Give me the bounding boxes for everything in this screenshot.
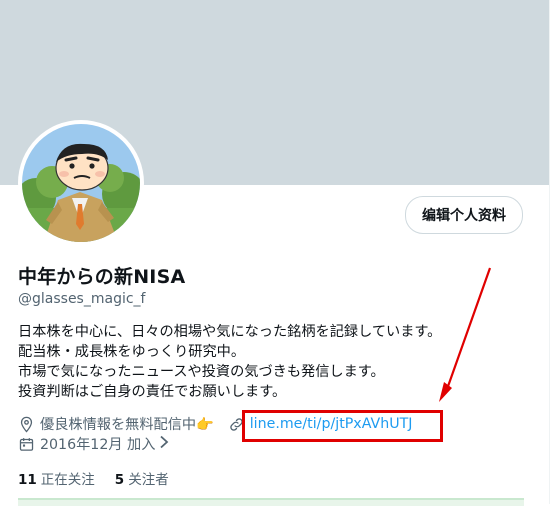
annotation-arrow: [439, 267, 492, 402]
follow-stats: 11 正在关注 5 关注者: [18, 468, 169, 488]
following-stat[interactable]: 11 正在关注: [18, 468, 95, 488]
followers-stat[interactable]: 5 关注者: [115, 468, 169, 488]
profile-panel: 编辑个人资料 中年からの新NISA @glasses_magic_f 日本株を中…: [0, 0, 550, 506]
notice-strip: [18, 498, 524, 506]
